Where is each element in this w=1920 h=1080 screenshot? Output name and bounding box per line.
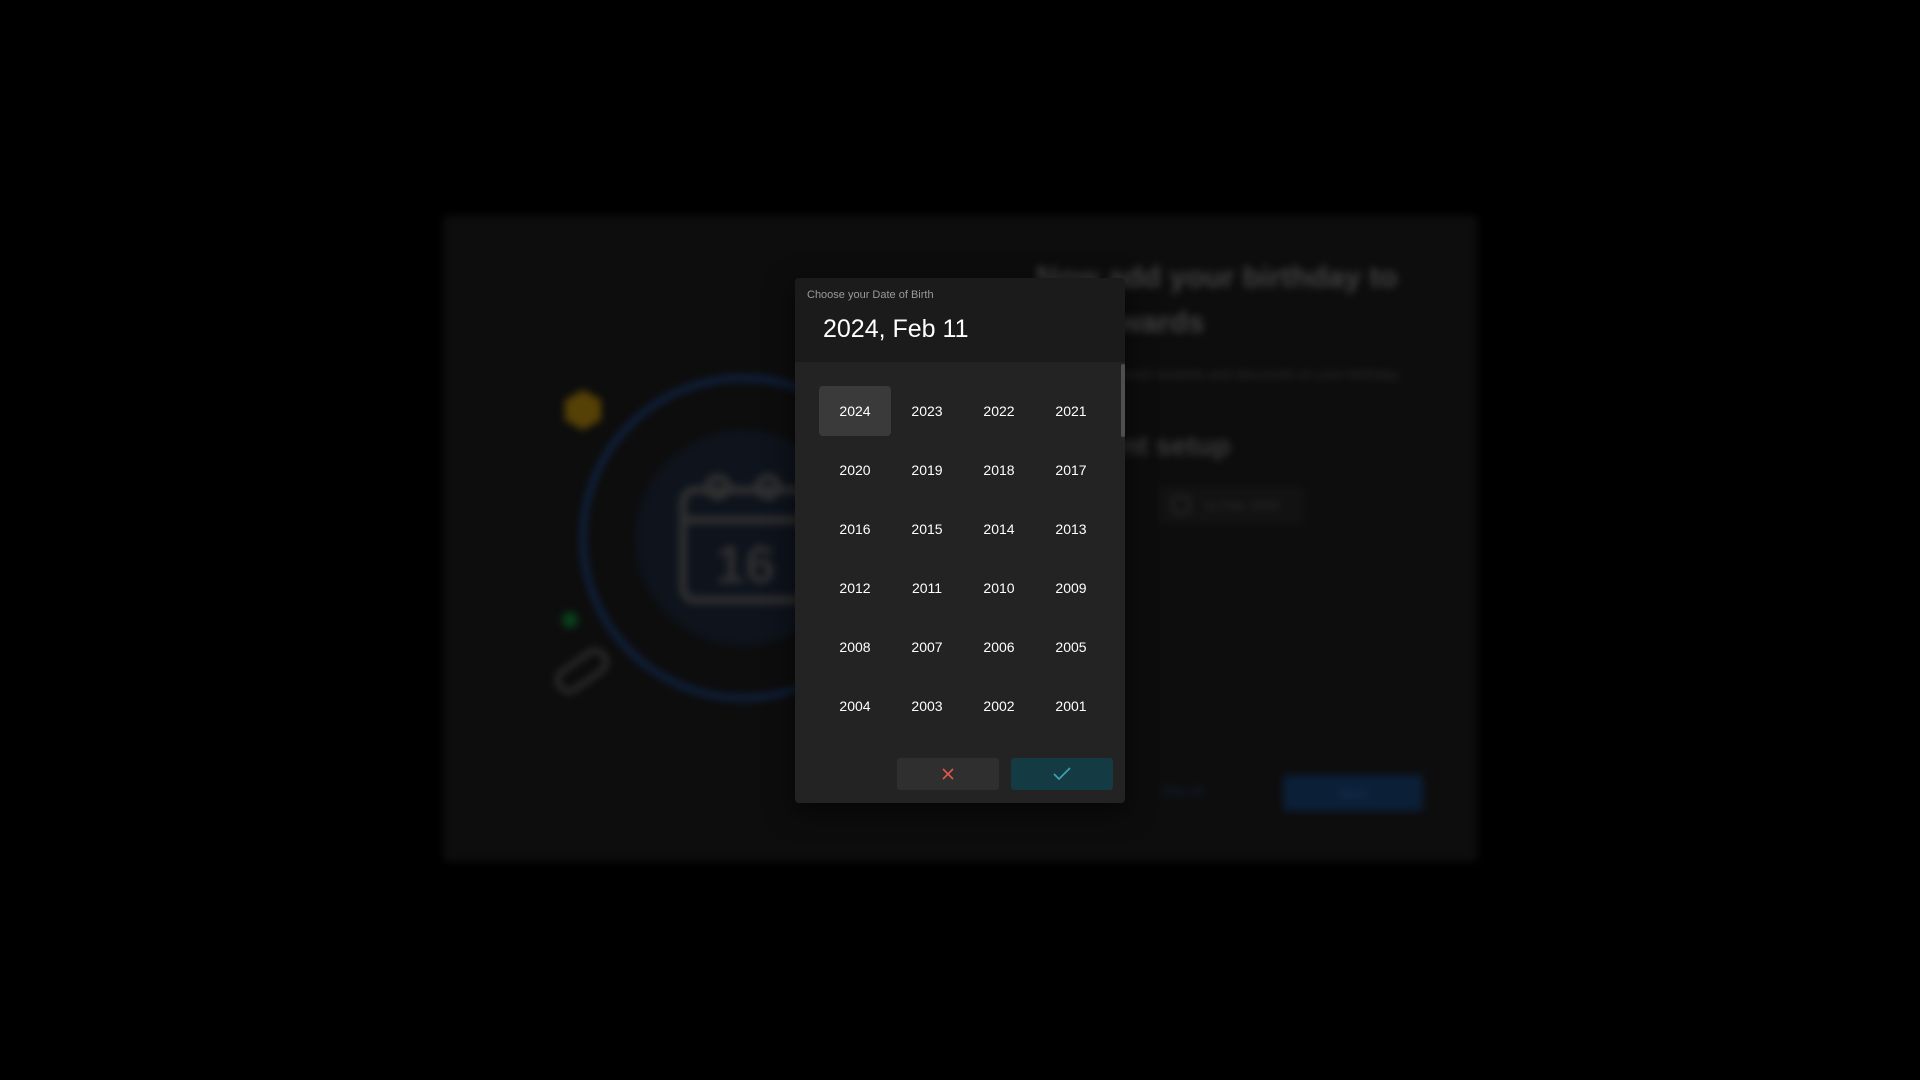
pill-shape — [555, 648, 609, 694]
year-option-2009[interactable]: 2009 — [1035, 563, 1107, 613]
calendar-day-number: 16 — [715, 535, 775, 595]
cancel-button[interactable] — [897, 758, 999, 790]
next-button[interactable]: Next — [1283, 775, 1423, 811]
year-option-2022[interactable]: 2022 — [963, 386, 1035, 436]
year-option-2005[interactable]: 2005 — [1035, 622, 1107, 672]
birthday-date-value: 11 Feb, 2024 — [1204, 497, 1280, 513]
next-button-label: Next — [1339, 785, 1367, 801]
selected-date-display: 2024, Feb 11 — [823, 315, 969, 343]
year-option-2008[interactable]: 2008 — [819, 622, 891, 672]
close-icon — [942, 768, 954, 780]
year-list-scrollbar[interactable] — [1121, 362, 1125, 717]
year-option-2021[interactable]: 2021 — [1035, 386, 1107, 436]
date-picker-caption: Choose your Date of Birth — [807, 289, 934, 301]
year-option-2020[interactable]: 2020 — [819, 445, 891, 495]
year-option-2006[interactable]: 2006 — [963, 622, 1035, 672]
skip-all-link[interactable]: Skip all — [1161, 783, 1203, 798]
year-option-2015[interactable]: 2015 — [891, 504, 963, 554]
birthday-date-field[interactable]: 11 Feb, 2024 — [1158, 485, 1305, 525]
year-option-2007[interactable]: 2007 — [891, 622, 963, 672]
screen: 16 Now add your birthday to get rewards … — [0, 0, 1920, 1080]
year-grid: 2024 2023 2022 2021 2020 2019 2018 2017 2016 2015… — [819, 386, 1105, 731]
year-option-2016[interactable]: 2016 — [819, 504, 891, 554]
confirm-button[interactable] — [1011, 758, 1113, 790]
year-option-2013[interactable]: 2013 — [1035, 504, 1107, 554]
year-option-2018[interactable]: 2018 — [963, 445, 1035, 495]
yellow-hexagon-shape — [565, 390, 601, 430]
year-option-2003[interactable]: 2003 — [891, 681, 963, 731]
year-option-2019[interactable]: 2019 — [891, 445, 963, 495]
date-picker-header: Choose your Date of Birth 2024, Feb 11 — [795, 278, 1125, 362]
year-option-2001[interactable]: 2001 — [1035, 681, 1107, 731]
year-option-2023[interactable]: 2023 — [891, 386, 963, 436]
year-option-2017[interactable]: 2017 — [1035, 445, 1107, 495]
green-dot-shape — [562, 612, 578, 628]
scrollbar-thumb[interactable] — [1121, 364, 1125, 437]
year-option-2011[interactable]: 2011 — [891, 563, 963, 613]
year-option-2012[interactable]: 2012 — [819, 563, 891, 613]
date-picker-dialog: Choose your Date of Birth 2024, Feb 11 2… — [795, 278, 1125, 803]
year-option-2014[interactable]: 2014 — [963, 504, 1035, 554]
checkmark-icon — [1053, 767, 1071, 781]
year-option-2024[interactable]: 2024 — [819, 386, 891, 436]
year-option-2002[interactable]: 2002 — [963, 681, 1035, 731]
year-option-2004[interactable]: 2004 — [819, 681, 891, 731]
calendar-icon — [1172, 496, 1190, 514]
year-option-2010[interactable]: 2010 — [963, 563, 1035, 613]
